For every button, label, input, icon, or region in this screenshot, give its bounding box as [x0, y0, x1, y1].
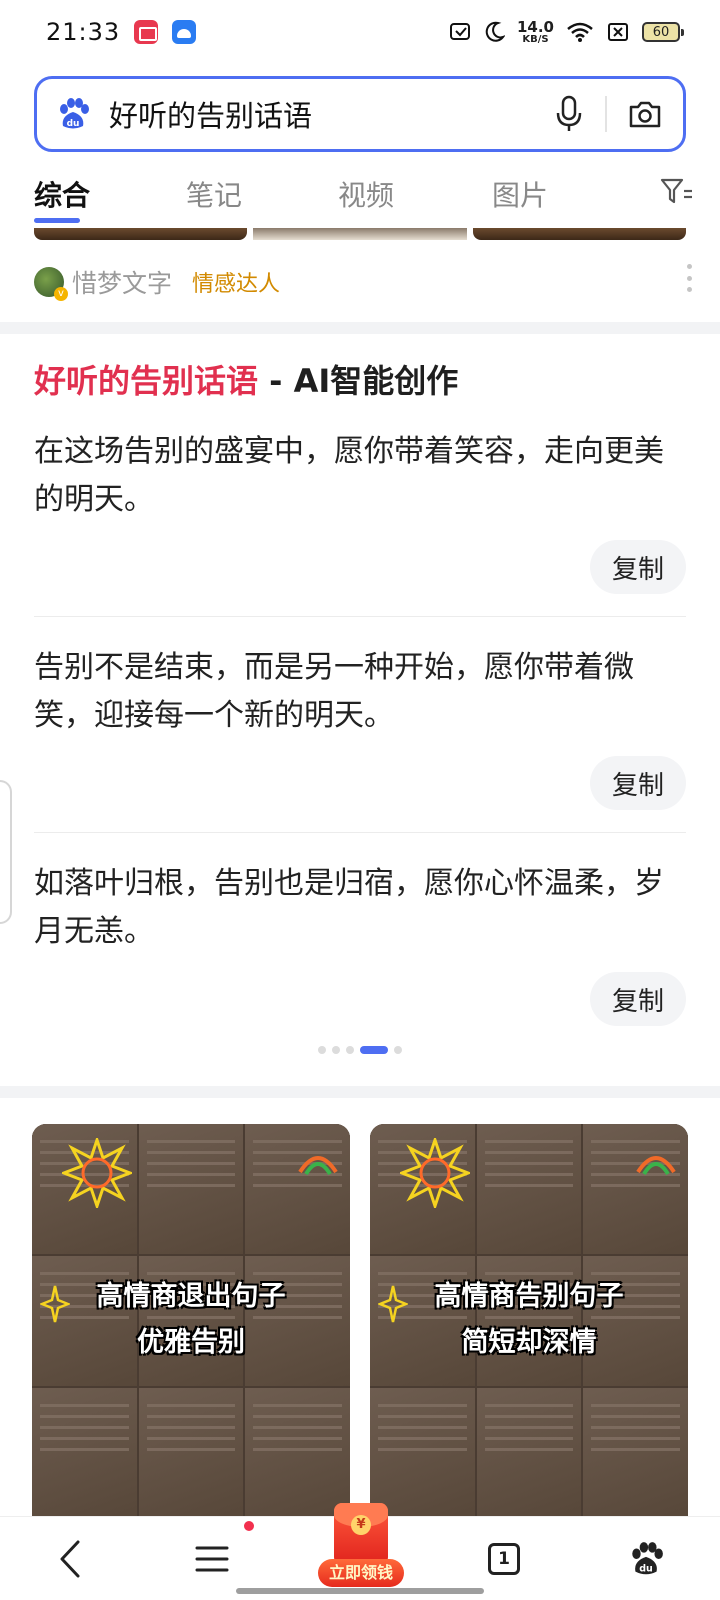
copy-button[interactable]: 复制 [590, 540, 686, 594]
redpacket-label: 立即领钱 [318, 1559, 404, 1587]
search-divider [605, 96, 607, 132]
copy-button[interactable]: 复制 [590, 972, 686, 1026]
thumbnail[interactable] [253, 228, 467, 240]
redpacket-coin: ¥ [351, 1515, 371, 1535]
author-tag: 情感达人 [192, 272, 281, 297]
status-bar: 21:33 14.0 KB/S 60 [0, 0, 720, 64]
search-input[interactable] [109, 97, 529, 131]
tab-comprehensive[interactable]: 综合 [34, 174, 90, 214]
tab-notes[interactable]: 笔记 [186, 174, 242, 214]
network-speed-value: 14.0 [516, 17, 554, 36]
avatar[interactable] [34, 267, 68, 301]
tab-images[interactable]: 图片 [492, 174, 548, 214]
chevron-left-icon [60, 1540, 80, 1578]
wifi-icon [567, 22, 593, 42]
ai-creation-card: 好听的告别话语 - AI智能创作 在这场告别的盛宴中，愿你带着笑容，走向更美的明… [0, 334, 720, 1086]
android-icon [172, 20, 197, 44]
author-info[interactable]: 惜梦文字 情感达人 [34, 264, 281, 301]
more-options-icon[interactable] [686, 264, 692, 292]
nfc-icon [449, 23, 470, 40]
search-tabs: 综合 笔记 视频 图片 [0, 160, 720, 228]
burst-sticker-icon [400, 1138, 470, 1208]
author-name[interactable]: 惜梦文字 [72, 264, 172, 300]
home-indicator[interactable] [236, 1588, 484, 1594]
notification-dot [244, 1521, 254, 1531]
menu-button[interactable] [182, 1517, 242, 1600]
network-speed: 14.0 KB/S [516, 17, 554, 45]
quote-text: 如落叶归根，告别也是归宿，愿你心怀温柔，岁月无恙。 [34, 866, 664, 949]
svg-text:du: du [639, 1564, 653, 1575]
search-box[interactable]: du [34, 76, 686, 152]
carousel-indicator [0, 1046, 720, 1054]
redpacket-button[interactable]: ¥ 立即领钱 [318, 1503, 404, 1595]
no-sim-icon [608, 23, 628, 41]
quote-text: 告别不是结束，而是另一种开始，愿你带着微笑，迎接每一个新的明天。 [34, 650, 634, 733]
image-results: 高情商退出句子 优雅告别 高情商告别句子 简短却深情 [0, 1098, 720, 1518]
back-button[interactable] [40, 1517, 100, 1600]
previous-result-thumbnails[interactable] [34, 228, 686, 240]
side-panel-handle[interactable] [0, 780, 12, 924]
quote-text: 在这场告别的盛宴中，愿你带着笑容，走向更美的明天。 [34, 434, 664, 517]
search-bar-container: du [0, 64, 720, 160]
baidu-paw-icon: du [632, 1542, 663, 1575]
status-time: 21:33 [46, 18, 121, 46]
image-caption: 高情商告别句子 简短却深情 [370, 1274, 688, 1366]
tabs-button[interactable]: 1 [474, 1517, 534, 1600]
image-caption-line: 高情商告别句子 [434, 1281, 624, 1312]
burst-sticker-icon [62, 1138, 132, 1208]
filter-icon[interactable] [660, 176, 694, 210]
carousel-dot-active [360, 1046, 388, 1054]
tab-count: 1 [488, 1543, 520, 1575]
carousel-dot [332, 1046, 340, 1054]
menu-icon [195, 1546, 229, 1572]
baidu-paw-icon: du [55, 96, 91, 132]
baidu-home-button[interactable]: du [616, 1517, 676, 1600]
screen-record-icon [134, 20, 159, 44]
tab-videos[interactable]: 视频 [338, 174, 394, 214]
thumbnail[interactable] [34, 228, 248, 240]
image-result-card[interactable]: 高情商告别句子 简短却深情 [370, 1124, 688, 1518]
svg-text:du: du [67, 119, 80, 129]
divider [34, 616, 686, 617]
active-tab-underline [34, 218, 80, 223]
divider [34, 832, 686, 833]
ai-card-title-suffix: - AI智能创作 [258, 362, 459, 400]
image-caption-line: 高情商退出句子 [96, 1281, 286, 1312]
carousel-dot [318, 1046, 326, 1054]
camera-icon[interactable] [625, 92, 665, 136]
moon-icon [485, 21, 505, 42]
image-caption: 高情商退出句子 优雅告别 [32, 1274, 350, 1366]
image-caption-line: 优雅告别 [137, 1327, 245, 1358]
microphone-icon[interactable] [551, 92, 587, 136]
copy-button[interactable]: 复制 [590, 756, 686, 810]
battery-indicator: 60 [642, 22, 684, 42]
ai-card-title-highlight: 好听的告别话语 [34, 362, 259, 400]
network-speed-unit: KB/S [522, 33, 549, 45]
carousel-dot [346, 1046, 354, 1054]
image-caption-line: 简短却深情 [461, 1327, 597, 1358]
image-result-card[interactable]: 高情商退出句子 优雅告别 [32, 1124, 350, 1518]
redpacket-icon: ¥ [334, 1503, 388, 1565]
previous-result-card: 惜梦文字 情感达人 [0, 228, 720, 322]
rainbow-sticker-icon [298, 1156, 338, 1176]
status-indicators: 14.0 KB/S 60 [449, 17, 684, 45]
thumbnail[interactable] [472, 228, 686, 240]
rainbow-sticker-icon [636, 1156, 676, 1176]
ai-card-title[interactable]: 好听的告别话语 - AI智能创作 [34, 356, 458, 402]
carousel-dot [394, 1046, 402, 1054]
